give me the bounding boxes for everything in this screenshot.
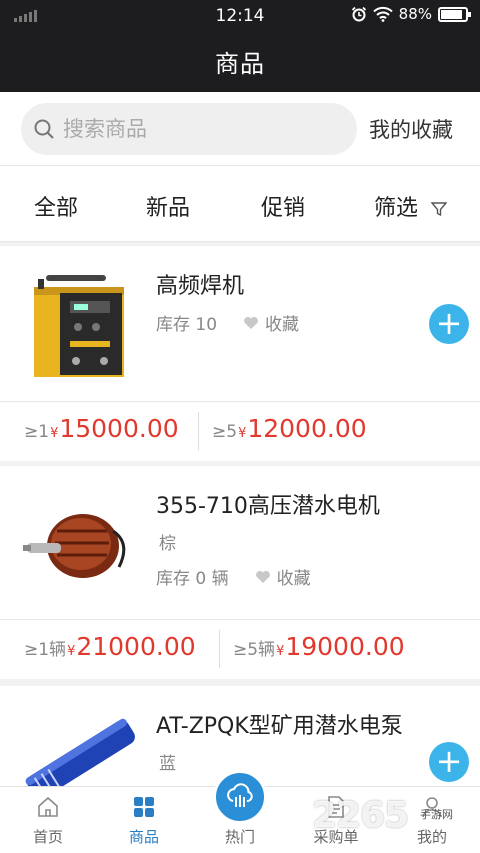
nav-products[interactable]: 商品 xyxy=(96,787,192,853)
product-image-pump xyxy=(22,702,136,792)
tab-filter[interactable]: 筛选 xyxy=(374,190,448,222)
tier-qty: ≥1辆 xyxy=(24,640,67,660)
tab-label: 促销 xyxy=(261,196,306,221)
filter-tabs: 全部 新品 促销 筛选 xyxy=(0,166,480,242)
tab-label: 全部 xyxy=(34,196,79,221)
tier-qty: ≥5 xyxy=(212,422,238,442)
add-to-cart-button[interactable]: + xyxy=(429,742,469,782)
stock-text: 库存 0 辆 xyxy=(156,569,229,589)
tab-new[interactable]: 新品 xyxy=(146,190,190,222)
watermark-sub: 手游网 xyxy=(420,808,453,821)
tier-qty: ≥1 xyxy=(24,422,50,442)
heart-icon[interactable] xyxy=(243,316,259,330)
product-color: 棕 xyxy=(159,534,176,554)
divider xyxy=(198,412,199,450)
price-tier: ≥5¥12000.00 xyxy=(212,414,367,443)
tier-currency: ¥ xyxy=(50,426,59,441)
search-input[interactable] xyxy=(63,113,343,145)
nav-home[interactable]: 首页 xyxy=(0,787,96,853)
grid-icon xyxy=(134,797,154,817)
product-card[interactable]: 高频焊机 库存 10 收藏 + xyxy=(0,246,480,401)
price-tier: ≥5辆¥19000.00 xyxy=(233,632,405,661)
search-row: 我的收藏 xyxy=(0,92,480,166)
wifi-icon xyxy=(372,6,393,22)
add-to-cart-button[interactable]: + xyxy=(429,304,469,344)
product-stock-row: 库存 0 辆 收藏 xyxy=(156,564,311,589)
tier-price: 12000.00 xyxy=(247,414,367,443)
battery-percent: 88% xyxy=(398,5,432,23)
product-card[interactable]: 355-710高压潜水电机 棕 库存 0 辆 收藏 xyxy=(0,466,480,619)
price-tier: ≥1辆¥21000.00 xyxy=(24,632,196,661)
alarm-icon xyxy=(351,6,366,22)
product-name[interactable]: 高频焊机 xyxy=(156,268,244,300)
product-image-welder xyxy=(22,266,136,380)
nav-label: 首页 xyxy=(32,828,63,846)
price-tier-row: ≥1辆¥21000.00 ≥5辆¥19000.00 xyxy=(0,619,480,679)
watermark-logo: 2265 xyxy=(312,795,409,836)
tier-currency: ¥ xyxy=(276,644,285,659)
home-icon xyxy=(38,796,58,817)
tier-price: 19000.00 xyxy=(285,632,405,661)
heart-icon[interactable] xyxy=(255,570,271,584)
tab-label: 新品 xyxy=(146,196,191,221)
cloud-hot-icon xyxy=(227,783,253,807)
nav-label: 热门 xyxy=(224,828,255,846)
favorite-label[interactable]: 收藏 xyxy=(277,564,311,589)
tier-currency: ¥ xyxy=(238,426,247,441)
tier-currency: ¥ xyxy=(67,644,76,659)
product-name[interactable]: 355-710高压潜水电机 xyxy=(156,488,380,520)
status-right: 88% xyxy=(351,5,471,23)
favorite-label[interactable]: 收藏 xyxy=(265,310,299,335)
tab-all[interactable]: 全部 xyxy=(34,190,78,222)
product-stock-row: 库存 10 收藏 xyxy=(156,310,299,335)
filter-funnel-icon xyxy=(431,202,448,217)
price-tier: ≥1¥15000.00 xyxy=(24,414,179,443)
battery-icon xyxy=(438,6,471,22)
page-title: 商品 xyxy=(215,50,265,78)
top-bar: 12:14 88% 商品 xyxy=(0,0,480,92)
tab-promotion[interactable]: 促销 xyxy=(261,190,305,222)
my-favorites-link[interactable]: 我的收藏 xyxy=(369,114,453,144)
hot-center-button[interactable] xyxy=(213,770,267,824)
product-image-motor xyxy=(22,484,136,598)
search-box[interactable] xyxy=(21,103,357,155)
stock-text: 库存 10 xyxy=(156,315,218,335)
search-icon xyxy=(34,119,54,139)
tab-label: 筛选 xyxy=(374,196,419,221)
tier-price: 15000.00 xyxy=(59,414,179,443)
nav-label: 商品 xyxy=(128,828,159,846)
price-tier-row: ≥1¥15000.00 ≥5¥12000.00 xyxy=(0,401,480,461)
tier-price: 21000.00 xyxy=(76,632,196,661)
divider xyxy=(219,630,220,668)
product-name[interactable]: AT-ZPQK型矿用潜水电泵 xyxy=(156,708,403,740)
tier-qty: ≥5辆 xyxy=(233,640,276,660)
status-bar: 12:14 88% xyxy=(0,0,480,32)
product-color: 蓝 xyxy=(159,754,176,774)
